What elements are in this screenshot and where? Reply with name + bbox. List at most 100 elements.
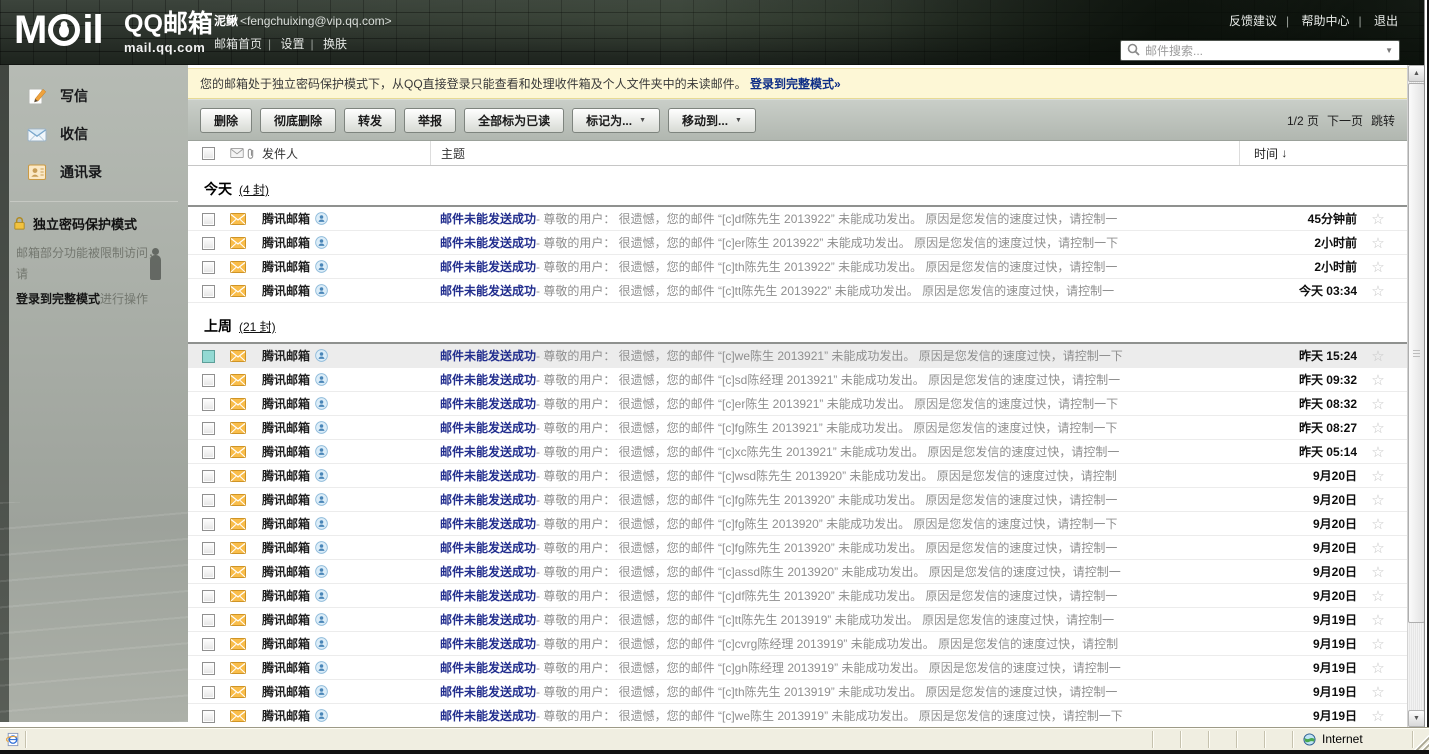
star-icon[interactable]: ☆ — [1357, 587, 1399, 605]
mark-as-dropdown[interactable]: 标记为...▼ — [572, 108, 660, 133]
sender-name[interactable]: 腾讯邮箱 — [262, 683, 310, 700]
mail-subject[interactable]: 邮件未能发送成功 — [440, 347, 536, 364]
link-help-center[interactable]: 帮助中心 — [1302, 14, 1350, 28]
link-feedback[interactable]: 反馈建议 — [1229, 14, 1277, 28]
row-checkbox[interactable] — [202, 213, 215, 226]
mail-row[interactable]: 腾讯邮箱 邮件未能发送成功 - 尊敬的用户： 很遗憾，您的邮件 “[c]wsd陈… — [188, 464, 1407, 488]
scroll-down-button[interactable]: ▼ — [1408, 710, 1425, 727]
star-icon[interactable]: ☆ — [1357, 539, 1399, 557]
row-checkbox[interactable] — [202, 638, 215, 651]
sender-name[interactable]: 腾讯邮箱 — [262, 467, 310, 484]
sender-name[interactable]: 腾讯邮箱 — [262, 635, 310, 652]
star-icon[interactable]: ☆ — [1357, 707, 1399, 725]
mail-subject[interactable]: 邮件未能发送成功 — [440, 587, 536, 604]
sidebar-item-compose[interactable]: 写信 — [0, 77, 188, 115]
report-button[interactable]: 举报 — [404, 108, 456, 133]
sender-name[interactable]: 腾讯邮箱 — [262, 515, 310, 532]
star-icon[interactable]: ☆ — [1357, 371, 1399, 389]
select-all-checkbox[interactable] — [202, 147, 215, 160]
forward-button[interactable]: 转发 — [344, 108, 396, 133]
star-icon[interactable]: ☆ — [1357, 210, 1399, 228]
row-checkbox[interactable] — [202, 614, 215, 627]
search-dropdown-arrow-icon[interactable]: ▼ — [1385, 46, 1393, 55]
nav-settings[interactable]: 设置 — [280, 37, 304, 51]
sender-name[interactable]: 腾讯邮箱 — [262, 282, 310, 299]
mail-row[interactable]: 腾讯邮箱 邮件未能发送成功 - 尊敬的用户： 很遗憾，您的邮件 “[c]gh陈经… — [188, 656, 1407, 680]
sender-name[interactable]: 腾讯邮箱 — [262, 258, 310, 275]
vertical-scrollbar[interactable]: ▲ ▼ — [1407, 65, 1424, 727]
mail-row[interactable]: 腾讯邮箱 邮件未能发送成功 - 尊敬的用户： 很遗憾，您的邮件 “[c]fg陈生… — [188, 512, 1407, 536]
delete-button[interactable]: 删除 — [200, 108, 252, 133]
sender-name[interactable]: 腾讯邮箱 — [262, 539, 310, 556]
row-checkbox[interactable] — [202, 374, 215, 387]
sender-name[interactable]: 腾讯邮箱 — [262, 371, 310, 388]
group-count[interactable]: (4 封) — [239, 181, 269, 198]
mail-subject[interactable]: 邮件未能发送成功 — [440, 539, 536, 556]
star-icon[interactable]: ☆ — [1357, 683, 1399, 701]
mail-subject[interactable]: 邮件未能发送成功 — [440, 635, 536, 652]
mail-subject[interactable]: 邮件未能发送成功 — [440, 683, 536, 700]
mail-row[interactable]: 腾讯邮箱 邮件未能发送成功 - 尊敬的用户： 很遗憾，您的邮件 “[c]fg陈先… — [188, 536, 1407, 560]
mail-row[interactable]: 腾讯邮箱 邮件未能发送成功 - 尊敬的用户： 很遗憾，您的邮件 “[c]we陈生… — [188, 344, 1407, 368]
sender-name[interactable]: 腾讯邮箱 — [262, 659, 310, 676]
sender-name[interactable]: 腾讯邮箱 — [262, 563, 310, 580]
mail-row[interactable]: 腾讯邮箱 邮件未能发送成功 - 尊敬的用户： 很遗憾，您的邮件 “[c]cvrg… — [188, 632, 1407, 656]
star-icon[interactable]: ☆ — [1357, 395, 1399, 413]
row-checkbox[interactable] — [202, 518, 215, 531]
resize-grip[interactable] — [1413, 728, 1429, 750]
mail-subject[interactable]: 邮件未能发送成功 — [440, 395, 536, 412]
star-icon[interactable]: ☆ — [1357, 419, 1399, 437]
star-icon[interactable]: ☆ — [1357, 234, 1399, 252]
sender-name[interactable]: 腾讯邮箱 — [262, 491, 310, 508]
sidebar-item-inbox[interactable]: 收信 — [0, 115, 188, 153]
link-logout[interactable]: 退出 — [1374, 14, 1398, 28]
row-checkbox[interactable] — [202, 422, 215, 435]
scrollbar-thumb[interactable] — [1408, 83, 1425, 623]
star-icon[interactable]: ☆ — [1357, 282, 1399, 300]
mail-row[interactable]: 腾讯邮箱 邮件未能发送成功 - 尊敬的用户： 很遗憾，您的邮件 “[c]xc陈先… — [188, 440, 1407, 464]
mail-row[interactable]: 腾讯邮箱 邮件未能发送成功 - 尊敬的用户： 很遗憾，您的邮件 “[c]th陈先… — [188, 255, 1407, 279]
group-count[interactable]: (21 封) — [239, 318, 276, 335]
sender-name[interactable]: 腾讯邮箱 — [262, 234, 310, 251]
row-checkbox[interactable] — [202, 350, 215, 363]
row-checkbox[interactable] — [202, 566, 215, 579]
search-input[interactable] — [1145, 44, 1385, 58]
mail-subject[interactable]: 邮件未能发送成功 — [440, 282, 536, 299]
mail-row[interactable]: 腾讯邮箱 邮件未能发送成功 - 尊敬的用户： 很遗憾，您的邮件 “[c]fg陈生… — [188, 416, 1407, 440]
move-to-dropdown[interactable]: 移动到...▼ — [668, 108, 756, 133]
sender-name[interactable]: 腾讯邮箱 — [262, 707, 310, 724]
star-icon[interactable]: ☆ — [1357, 659, 1399, 677]
qqmail-logo[interactable]: M il — [14, 6, 103, 54]
delete-forever-button[interactable]: 彻底删除 — [260, 108, 336, 133]
full-mode-link[interactable]: 登录到完整模式 — [16, 292, 100, 306]
jump-page-link[interactable]: 跳转 — [1371, 112, 1395, 129]
mail-subject[interactable]: 邮件未能发送成功 — [440, 467, 536, 484]
mail-row[interactable]: 腾讯邮箱 邮件未能发送成功 - 尊敬的用户： 很遗憾，您的邮件 “[c]assd… — [188, 560, 1407, 584]
mail-subject[interactable]: 邮件未能发送成功 — [440, 419, 536, 436]
mail-search-box[interactable]: ▼ — [1120, 40, 1400, 61]
nav-skin[interactable]: 换肤 — [323, 37, 347, 51]
mail-row[interactable]: 腾讯邮箱 邮件未能发送成功 - 尊敬的用户： 很遗憾，您的邮件 “[c]we陈生… — [188, 704, 1407, 728]
star-icon[interactable]: ☆ — [1357, 563, 1399, 581]
row-checkbox[interactable] — [202, 446, 215, 459]
star-icon[interactable]: ☆ — [1357, 611, 1399, 629]
row-checkbox[interactable] — [202, 710, 215, 723]
row-checkbox[interactable] — [202, 398, 215, 411]
row-checkbox[interactable] — [202, 590, 215, 603]
mail-row[interactable]: 腾讯邮箱 邮件未能发送成功 - 尊敬的用户： 很遗憾，您的邮件 “[c]th陈先… — [188, 680, 1407, 704]
star-icon[interactable]: ☆ — [1357, 347, 1399, 365]
row-checkbox[interactable] — [202, 261, 215, 274]
mail-row[interactable]: 腾讯邮箱 邮件未能发送成功 - 尊敬的用户： 很遗憾，您的邮件 “[c]df陈先… — [188, 584, 1407, 608]
row-checkbox[interactable] — [202, 470, 215, 483]
mark-all-read-button[interactable]: 全部标为已读 — [464, 108, 564, 133]
scroll-up-button[interactable]: ▲ — [1408, 65, 1425, 82]
sender-name[interactable]: 腾讯邮箱 — [262, 210, 310, 227]
star-icon[interactable]: ☆ — [1357, 443, 1399, 461]
mail-row[interactable]: 腾讯邮箱 邮件未能发送成功 - 尊敬的用户： 很遗憾，您的邮件 “[c]fg陈先… — [188, 488, 1407, 512]
sender-name[interactable]: 腾讯邮箱 — [262, 347, 310, 364]
sender-name[interactable]: 腾讯邮箱 — [262, 419, 310, 436]
star-icon[interactable]: ☆ — [1357, 491, 1399, 509]
mail-subject[interactable]: 邮件未能发送成功 — [440, 443, 536, 460]
row-checkbox[interactable] — [202, 662, 215, 675]
nav-mail-home[interactable]: 邮箱首页 — [214, 37, 262, 51]
